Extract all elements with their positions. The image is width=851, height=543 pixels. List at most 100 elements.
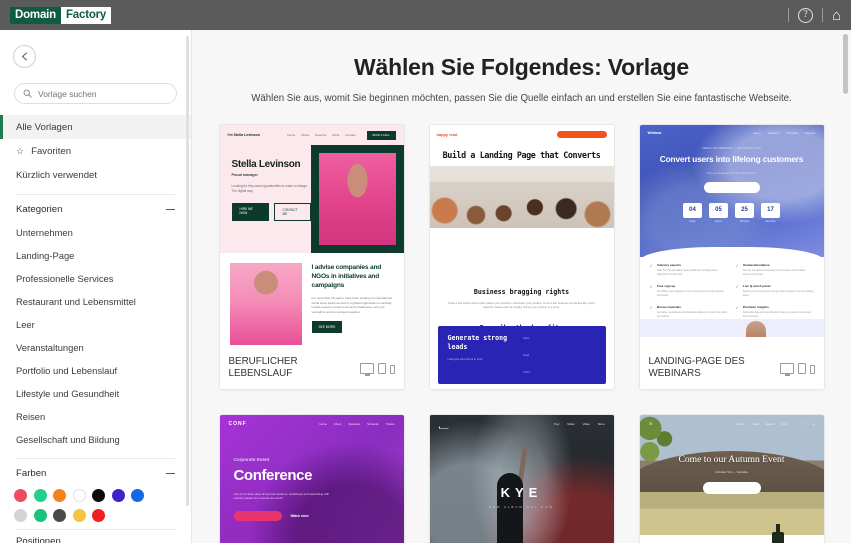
phone-icon bbox=[809, 364, 815, 374]
thumb-hero-image bbox=[429, 166, 614, 228]
colors-title: Farben bbox=[16, 468, 47, 479]
sidebar: Alle Vorlagen ☆ Favoriten Kürzlich verwe… bbox=[0, 30, 192, 543]
search-box[interactable] bbox=[14, 83, 177, 104]
countdown-value: 05 bbox=[709, 202, 728, 218]
category-item-portfolio-und-lebenslauf[interactable]: Portfolio und Lebenslauf bbox=[0, 359, 191, 382]
thumb-footer bbox=[639, 319, 824, 337]
thumb-body: Join us for three days of keynote sessio… bbox=[233, 492, 330, 501]
thumb-nav: I'm Stella Levinson Home About Resume Wo… bbox=[219, 125, 404, 145]
feature-title: Free sign up bbox=[656, 284, 676, 288]
divider bbox=[821, 8, 823, 22]
sidebar-item-favorites[interactable]: ☆ Favoriten bbox=[0, 139, 191, 163]
nav-link: Cellar bbox=[751, 421, 759, 426]
question-mark-icon[interactable]: ? bbox=[797, 7, 813, 23]
color-swatch-yellow[interactable] bbox=[72, 509, 86, 522]
star-icon: ☆ bbox=[16, 145, 25, 156]
page-body: Alle Vorlagen ☆ Favoriten Kürzlich verwe… bbox=[0, 30, 851, 543]
countdown-value: 25 bbox=[735, 202, 754, 218]
next-section-title[interactable]: Positionen bbox=[0, 536, 191, 543]
feature-title: Global attendance bbox=[742, 263, 770, 267]
form-left: Generate strong leads Using the best for… bbox=[448, 334, 514, 376]
color-swatch-white[interactable] bbox=[72, 489, 86, 502]
category-item-veranstaltungen[interactable]: Veranstaltungen bbox=[0, 336, 191, 359]
category-item-restaurant-und-lebensmittel[interactable]: Restaurant und Lebensmittel bbox=[0, 290, 191, 313]
template-card-autumn-wines[interactable]: ⚔ Wines Cellar Events Visit f t ig Come … bbox=[638, 414, 825, 543]
facebook-icon: f bbox=[802, 421, 804, 426]
thumb-section-1: Business bragging rights bbox=[473, 288, 570, 296]
instagram-icon: ig bbox=[812, 421, 815, 426]
color-swatch-black[interactable] bbox=[92, 489, 105, 502]
page-title: Wählen Sie Folgendes: Vorlage bbox=[354, 54, 689, 80]
categories-section-header[interactable]: Kategorien bbox=[0, 195, 191, 221]
feature-body: No hidden costs. Register for free and g… bbox=[656, 290, 724, 297]
color-filter-grid bbox=[0, 485, 191, 522]
category-label: Gesellschaft und Bildung bbox=[16, 434, 120, 445]
minus-icon[interactable] bbox=[166, 208, 175, 211]
back-button[interactable] bbox=[13, 45, 36, 68]
search-input[interactable] bbox=[38, 88, 168, 99]
thumb-heading: Convert users into lifelong customers bbox=[659, 154, 804, 164]
thumb-section-text: I advise companies and NGOs in initiativ… bbox=[311, 263, 394, 347]
color-swatch-orange[interactable] bbox=[53, 489, 66, 502]
category-item-gesellschaft-und-bildung[interactable]: Gesellschaft und Bildung bbox=[0, 428, 191, 451]
thumb-subheading: NEW ALBUM OUT NOW bbox=[488, 505, 555, 509]
nav-link: Speakers bbox=[348, 422, 361, 426]
category-item-lifestyle-und-gesundheit[interactable]: Lifestyle und Gesundheit bbox=[0, 382, 191, 405]
main-scrollbar[interactable] bbox=[843, 34, 848, 94]
app-logo[interactable]: Domain Factory bbox=[10, 6, 112, 24]
thumb-cta: BOOK A CALL bbox=[366, 130, 396, 140]
countdown-labels: Days Hours Minutes Seconds bbox=[640, 220, 824, 223]
template-card-kye-music[interactable]: Tour Music Video Store KYE NEW ALBUM OUT… bbox=[428, 414, 615, 543]
thumb-brand: I'm Stella Levinson bbox=[227, 133, 260, 137]
avatar bbox=[746, 321, 767, 337]
countdown-value: 17 bbox=[761, 202, 780, 218]
thumb-hero: Stella Levinson Proud manager Looking fo… bbox=[219, 145, 404, 253]
thumb-nav-links: Wines Cellar Events Visit bbox=[737, 422, 787, 426]
chevron-left-icon bbox=[21, 52, 28, 61]
template-card-berufliche-lebenslauf[interactable]: I'm Stella Levinson Home About Resume Wo… bbox=[218, 124, 405, 390]
colors-section-header[interactable]: Farben bbox=[0, 459, 191, 485]
sidebar-item-recently-used[interactable]: Kürzlich verwendet bbox=[0, 163, 191, 187]
nav-link: Visit bbox=[781, 421, 787, 426]
page-subtitle: Wählen Sie aus, womit Sie beginnen möcht… bbox=[251, 93, 792, 104]
check-icon: ✓ bbox=[649, 263, 653, 268]
color-swatch-light-gray[interactable] bbox=[14, 509, 27, 522]
category-item-professionelle-services[interactable]: Professionelle Services bbox=[0, 267, 191, 290]
nav-link: Speakers bbox=[767, 131, 780, 135]
thumb-section: I advise companies and NGOs in initiativ… bbox=[219, 253, 404, 347]
countdown-label: Minutes bbox=[739, 219, 750, 223]
template-card-landing-page-lead[interactable]: happy lead Build a Landing Page that Con… bbox=[428, 124, 615, 390]
template-card-webinar-landing-page[interactable]: Webinar About Speakers Schedule Register… bbox=[638, 124, 825, 390]
color-swatch-red[interactable] bbox=[92, 509, 105, 522]
card-footer: BERUFLICHER LEBENSLAUF bbox=[219, 347, 404, 389]
category-label: Lifestyle und Gesundheit bbox=[16, 388, 120, 399]
device-icons bbox=[779, 362, 815, 376]
nav-link: Store bbox=[597, 422, 605, 426]
color-swatch-purple[interactable] bbox=[111, 489, 125, 502]
color-swatch-green[interactable] bbox=[33, 509, 47, 522]
divider bbox=[787, 8, 789, 22]
thumb-hero: Tour Music Video Store KYE NEW ALBUM OUT… bbox=[429, 415, 614, 543]
category-item-reisen[interactable]: Reisen bbox=[0, 405, 191, 428]
thumb-btn-secondary: Watch more bbox=[290, 513, 309, 518]
sidebar-item-all-templates[interactable]: Alle Vorlagen bbox=[0, 115, 191, 139]
thumb-nav-links: Home About Speakers Schedule Tickets bbox=[319, 422, 394, 426]
template-card-conference[interactable]: CONF Home About Speakers Schedule Ticket… bbox=[218, 414, 405, 543]
color-swatch-pink[interactable] bbox=[14, 489, 27, 502]
category-item-landing-page[interactable]: Landing-Page bbox=[0, 244, 191, 267]
feature-body: Get slides, worksheets and checklists de… bbox=[656, 311, 727, 318]
color-swatch-blue[interactable] bbox=[131, 489, 144, 502]
thumb-btn-primary bbox=[233, 510, 282, 521]
nav-link: About bbox=[301, 133, 310, 137]
sidebar-scrollbar[interactable] bbox=[186, 36, 189, 506]
minus-icon[interactable] bbox=[166, 472, 175, 475]
color-swatch-dark-gray[interactable] bbox=[53, 509, 66, 522]
feature-item: ✓ Bonus materials Get slides, worksheets a… bbox=[650, 305, 728, 319]
wine-bottle-icon bbox=[771, 524, 784, 543]
color-swatch-teal[interactable] bbox=[33, 489, 47, 502]
home-icon[interactable]: ⌂ bbox=[832, 8, 841, 23]
category-item-leer[interactable]: Leer bbox=[0, 313, 191, 336]
thumb-brand: Webinar bbox=[647, 131, 662, 135]
category-item-unternehmen[interactable]: Unternehmen bbox=[0, 221, 191, 244]
countdown-value: 04 bbox=[683, 202, 702, 218]
